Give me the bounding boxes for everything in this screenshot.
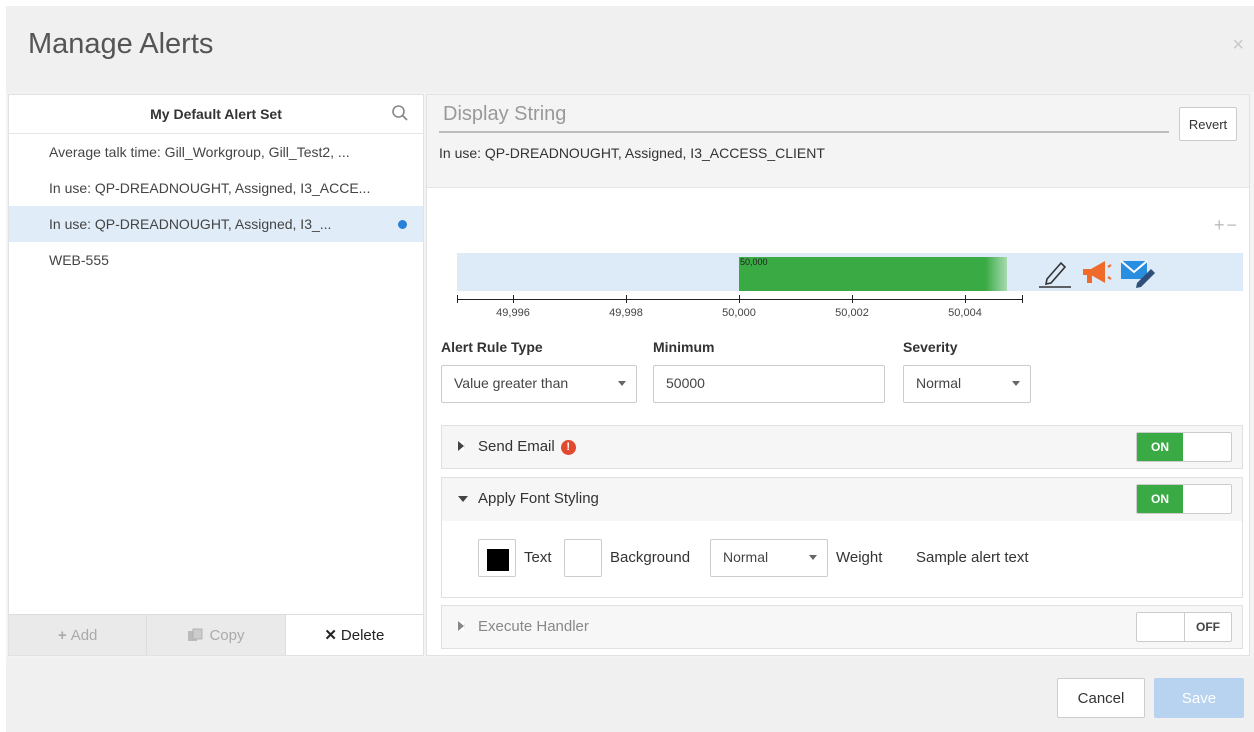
background-color-label: Background (610, 549, 691, 566)
manage-alerts-dialog: Manage Alerts × My Default Alert Set Ave… (6, 6, 1254, 732)
sample-alert-text: Sample alert text (916, 549, 1029, 566)
weight-value: Normal (723, 549, 769, 565)
minimum-input[interactable] (654, 366, 878, 400)
font-styling-section[interactable]: Apply Font Styling ON (441, 477, 1243, 522)
collapse-arrow-icon (458, 496, 468, 502)
alert-item-label: WEB-555 (49, 252, 109, 268)
copy-button[interactable]: Copy (147, 615, 286, 655)
axis-tick (626, 295, 627, 303)
alert-rule-type-value: Value greater than (454, 375, 569, 391)
execute-handler-toggle[interactable]: OFF (1136, 612, 1232, 642)
font-styling-title: Apply Font Styling (478, 490, 599, 507)
chevron-down-icon (1012, 381, 1020, 386)
axis-tick-label: 49,998 (609, 307, 643, 319)
axis-end-tick (1022, 295, 1023, 303)
text-color-fill (487, 549, 509, 571)
toggle-on-label: ON (1137, 433, 1183, 461)
text-color-label: Text (524, 549, 552, 566)
delete-button[interactable]: ✕ Delete (285, 615, 423, 655)
weight-select[interactable]: Normal (710, 539, 828, 577)
chevron-down-icon (618, 381, 626, 386)
zoom-plus-minus[interactable]: +− (1214, 215, 1239, 236)
action-icons (1037, 255, 1157, 289)
alert-item-label: In use: QP-DREADNOUGHT, Assigned, I3_... (49, 216, 332, 232)
alert-item-label: Average talk time: Gill_Workgroup, Gill_… (49, 144, 350, 160)
cancel-button[interactable]: Cancel (1057, 678, 1145, 718)
plus-icon: + (57, 626, 67, 644)
add-button[interactable]: + Add (9, 615, 148, 655)
alert-editor-panel: Revert In use: QP-DREADNOUGHT, Assigned,… (426, 94, 1250, 656)
send-email-toggle[interactable]: ON (1136, 432, 1232, 462)
expand-arrow-icon (458, 621, 465, 631)
axis-tick-label: 50,000 (722, 307, 756, 319)
display-string-input[interactable] (439, 99, 1177, 129)
alert-set-header: My Default Alert Set (9, 95, 423, 134)
execute-handler-section[interactable]: Execute Handler OFF (441, 605, 1243, 649)
axis-tick (739, 295, 740, 303)
threshold-label: 50,000 (740, 257, 768, 267)
font-styling-toggle[interactable]: ON (1136, 484, 1232, 514)
dialog-footer: Cancel Save (6, 658, 1254, 732)
alert-list-item[interactable]: WEB-555 (9, 242, 423, 278)
in-use-text: In use: QP-DREADNOUGHT, Assigned, I3_ACC… (439, 145, 825, 161)
text-color-swatch[interactable] (478, 539, 516, 577)
megaphone-icon (1083, 261, 1112, 283)
expand-arrow-icon (458, 441, 465, 451)
display-string-area: Revert In use: QP-DREADNOUGHT, Assigned,… (427, 95, 1249, 188)
axis-tick (513, 295, 514, 303)
send-email-title: Send Email! (478, 438, 576, 455)
add-label: Add (70, 626, 98, 644)
font-styling-body: Text Background Normal Weight Sample ale… (441, 521, 1243, 598)
severity-label: Severity (903, 339, 958, 355)
copy-label: Copy (209, 626, 245, 644)
axis-end-tick (457, 295, 458, 303)
axis-tick (965, 295, 966, 303)
alert-list-item-selected[interactable]: In use: QP-DREADNOUGHT, Assigned, I3_... (9, 206, 423, 242)
pencil-icon (1039, 261, 1071, 288)
close-icon[interactable]: × (1232, 34, 1244, 57)
alert-item-label: In use: QP-DREADNOUGHT, Assigned, I3_ACC… (49, 180, 371, 196)
severity-select[interactable]: Normal (903, 365, 1031, 403)
send-email-section[interactable]: Send Email! ON (441, 425, 1243, 469)
alert-set-name: My Default Alert Set (150, 106, 282, 122)
alert-list-item[interactable]: Average talk time: Gill_Workgroup, Gill_… (9, 134, 423, 170)
alert-list-item[interactable]: In use: QP-DREADNOUGHT, Assigned, I3_ACC… (9, 170, 423, 206)
display-string-field[interactable] (439, 99, 1177, 133)
toggle-off-label: OFF (1184, 613, 1231, 641)
axis-tick-label: 50,004 (948, 307, 982, 319)
background-color-swatch[interactable] (564, 539, 602, 577)
revert-button[interactable]: Revert (1179, 107, 1237, 141)
unsaved-dot-icon (398, 220, 407, 229)
delete-label: Delete (340, 626, 385, 644)
minimum-field[interactable] (653, 365, 885, 403)
alert-list-toolbar: + Add Copy ✕ Delete (9, 614, 423, 655)
minimum-label: Minimum (653, 339, 715, 355)
chevron-down-icon (809, 555, 817, 560)
threshold-range-bar[interactable] (739, 257, 1007, 291)
x-icon: ✕ (324, 627, 337, 644)
weight-label: Weight (836, 549, 883, 566)
copy-icon (188, 628, 203, 641)
send-email-label: Send Email (478, 438, 555, 455)
axis-tick (852, 295, 853, 303)
email-edit-icon (1120, 260, 1155, 288)
severity-value: Normal (916, 375, 962, 391)
execute-handler-title: Execute Handler (478, 618, 589, 635)
dialog-header: Manage Alerts × (6, 6, 1254, 92)
search-icon[interactable] (391, 104, 409, 122)
toggle-on-label: ON (1137, 485, 1183, 513)
meter-axis: 49,996 49,998 50,000 50,002 50,004 (457, 295, 1025, 325)
alert-rule-type-select[interactable]: Value greater than (441, 365, 637, 403)
dialog-title: Manage Alerts (28, 28, 214, 60)
alert-rule-type-label: Alert Rule Type (441, 339, 543, 355)
axis-line (457, 299, 1023, 300)
axis-tick-label: 49,996 (496, 307, 530, 319)
threshold-meter[interactable]: 50,000 (457, 253, 1243, 291)
axis-tick-label: 50,002 (835, 307, 869, 319)
save-button[interactable]: Save (1154, 678, 1244, 718)
alert-list-panel: My Default Alert Set Average talk time: … (8, 94, 424, 656)
warning-icon: ! (560, 440, 576, 455)
